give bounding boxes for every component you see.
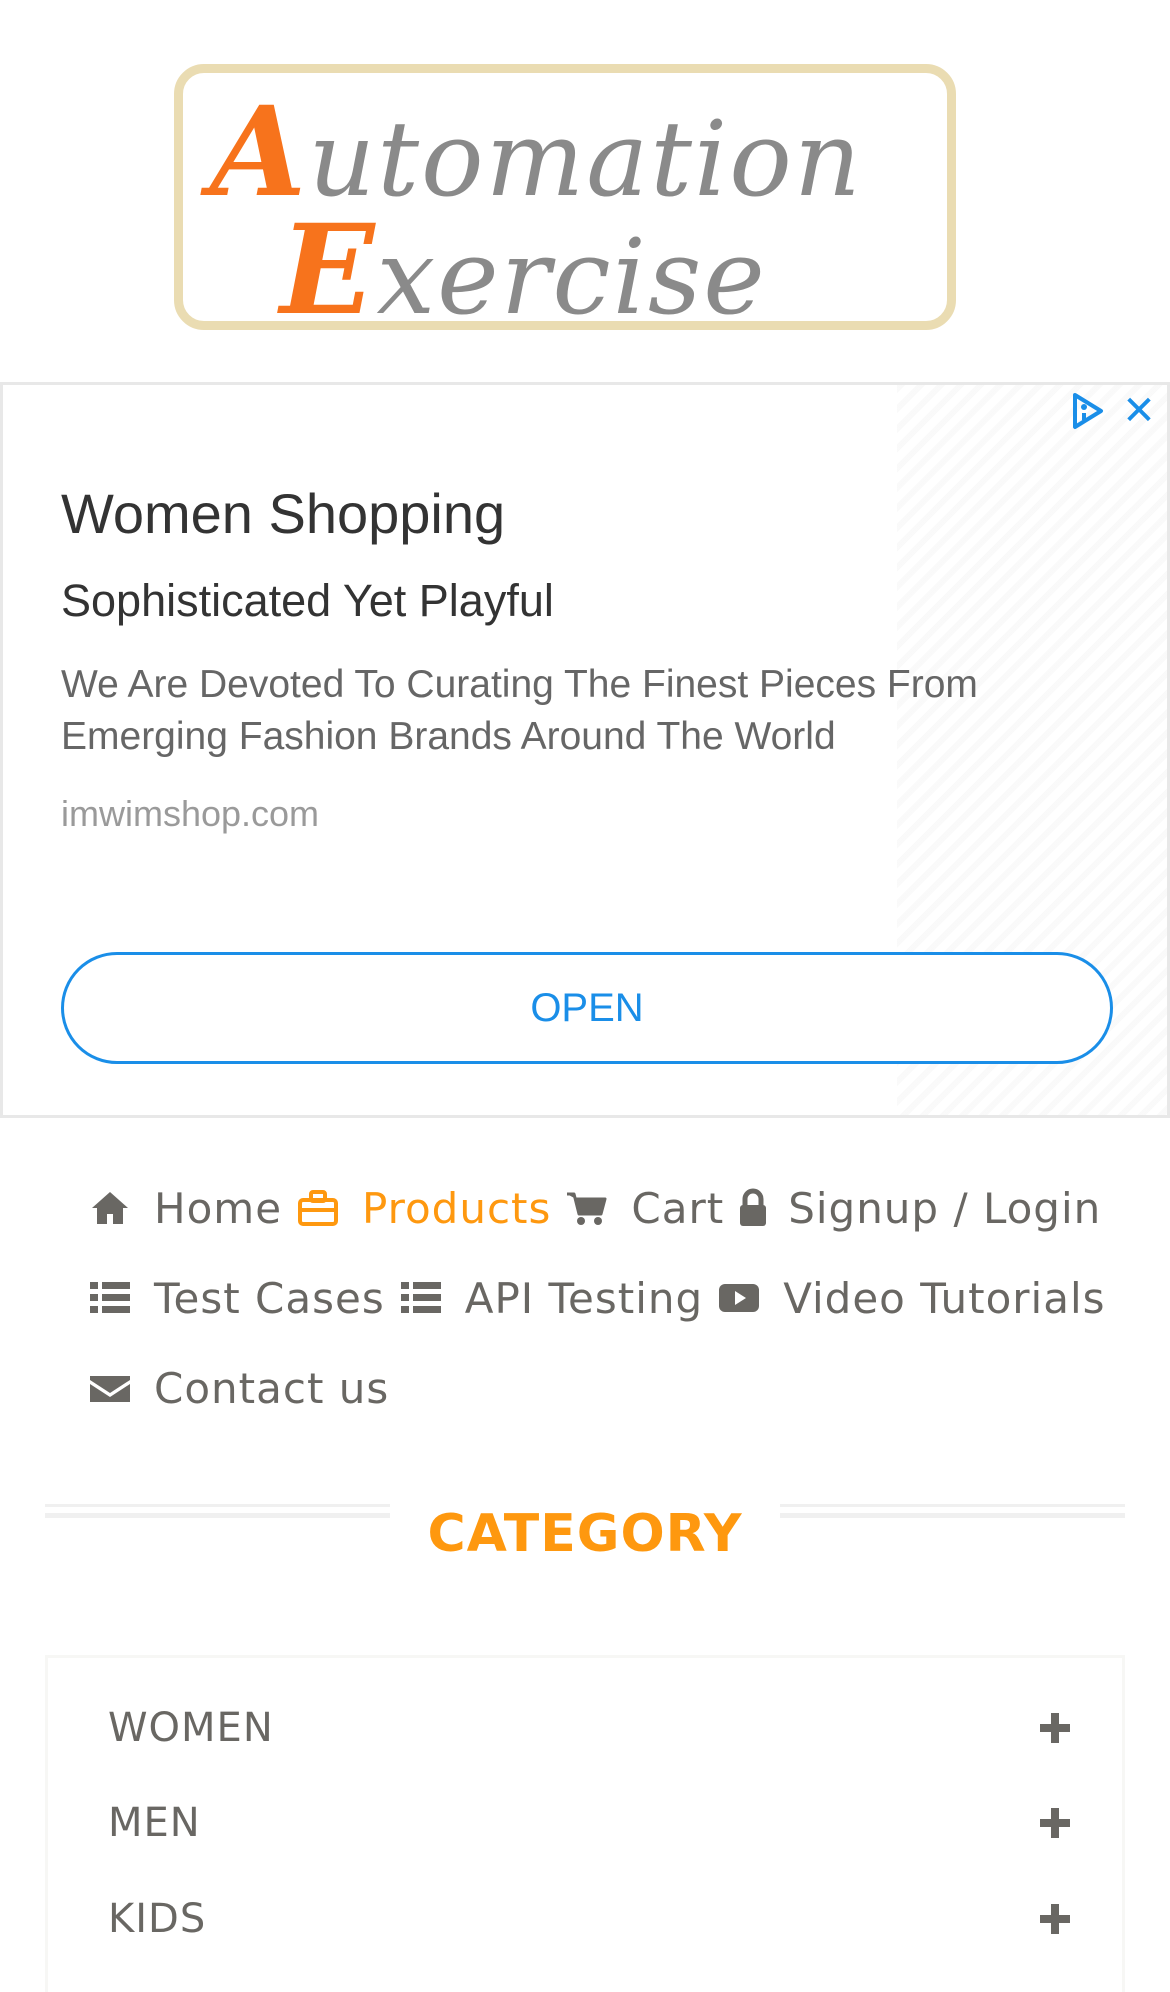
category-title: CATEGORY — [427, 1504, 743, 1564]
nav-api-testing-label: API Testing — [464, 1273, 704, 1323]
nav-signup-login-link[interactable]: Signup / Login — [738, 1184, 1101, 1233]
ad-subheadline[interactable]: Sophisticated Yet Playful — [61, 575, 554, 627]
home-icon — [88, 1186, 132, 1230]
category-item-men[interactable]: MEN — [108, 1793, 1098, 1853]
nav-api-testing-link[interactable]: API Testing — [399, 1274, 703, 1323]
nav-video-tutorials-link[interactable]: Video Tutorials — [717, 1274, 1105, 1323]
category-panel: WOMEN MEN KIDS — [45, 1655, 1125, 1992]
nav-home-link[interactable]: Home — [88, 1184, 282, 1233]
list-icon — [399, 1276, 443, 1320]
adchoices-icon[interactable] — [1067, 391, 1107, 431]
category-item-label: KIDS — [108, 1896, 207, 1942]
nav-row: Contact us — [88, 1358, 403, 1418]
nav-contact-us-label: Contact us — [154, 1363, 390, 1413]
plus-icon[interactable] — [1040, 1808, 1070, 1838]
nav-row: Test Cases API Testing Video Tutorials — [88, 1268, 1120, 1328]
category-item-label: MEN — [108, 1800, 201, 1846]
ad-open-button[interactable]: OPEN — [61, 952, 1113, 1064]
envelope-icon — [88, 1366, 132, 1410]
nav-cart-link[interactable]: Cart — [565, 1184, 724, 1233]
lock-icon — [738, 1186, 768, 1230]
nav-products-link[interactable]: Products — [296, 1184, 551, 1233]
nav-row: Home Products Cart Signup / Login — [88, 1178, 1115, 1238]
plus-icon[interactable] — [1040, 1713, 1070, 1743]
nav-cart-label: Cart — [631, 1183, 725, 1233]
close-icon[interactable]: ✕ — [1121, 391, 1157, 431]
category-item-kids[interactable]: KIDS — [108, 1889, 1098, 1949]
ad-description: We Are Devoted To Curating The Finest Pi… — [61, 663, 978, 758]
category-heading: CATEGORY — [45, 1500, 1125, 1580]
cart-icon — [565, 1186, 609, 1230]
ad-headline[interactable]: Women Shopping — [61, 481, 505, 546]
nav-products-label: Products — [362, 1183, 552, 1233]
category-item-label: WOMEN — [108, 1705, 274, 1751]
list-icon — [88, 1276, 132, 1320]
plus-icon[interactable] — [1040, 1904, 1070, 1934]
nav-home-label: Home — [154, 1183, 283, 1233]
nav-signup-login-label: Signup / Login — [788, 1183, 1102, 1233]
nav-contact-us-link[interactable]: Contact us — [88, 1364, 389, 1413]
nav-video-tutorials-label: Video Tutorials — [783, 1273, 1106, 1323]
ad-controls: ✕ — [1067, 391, 1157, 431]
nav-test-cases-link[interactable]: Test Cases — [88, 1274, 385, 1323]
advertisement[interactable]: ✕ Women Shopping Sophisticated Yet Playf… — [0, 382, 1170, 1118]
briefcase-icon — [296, 1186, 340, 1230]
category-item-women[interactable]: WOMEN — [108, 1698, 1098, 1758]
site-logo[interactable]: Automation Exercise — [170, 60, 960, 343]
page: Automation Exercise ✕ Women Shopping Sop… — [0, 0, 1170, 1992]
youtube-play-icon — [717, 1276, 761, 1320]
ad-domain[interactable]: imwimshop.com — [61, 793, 319, 835]
logo-line-2: Exercise — [280, 198, 767, 343]
nav-test-cases-label: Test Cases — [154, 1273, 385, 1323]
